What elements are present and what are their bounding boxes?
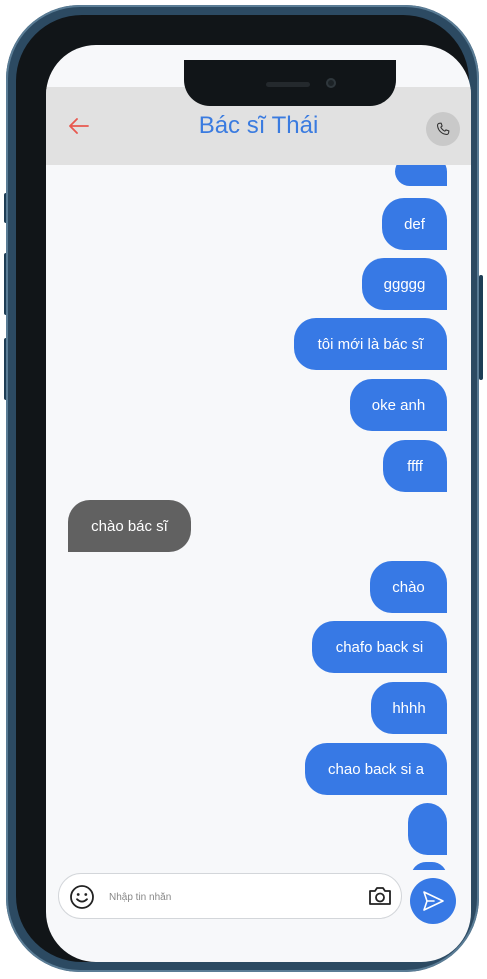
emoji-button[interactable]: [69, 884, 95, 910]
message-list[interactable]: def ggggg tôi mới là bác sĩ oke anh ffff…: [46, 165, 471, 870]
message-bubble-outgoing[interactable]: tôi mới là bác sĩ: [294, 318, 447, 370]
message-text: ffff: [407, 457, 423, 475]
message-text: chao back si a: [328, 760, 424, 778]
message-bubble-outgoing[interactable]: chao back si a: [305, 743, 447, 795]
back-button[interactable]: [66, 113, 92, 139]
message-bubble-outgoing[interactable]: chào: [370, 561, 447, 613]
phone-bezel: Bác sĩ Thái def ggggg tôi mới là bác sĩ …: [16, 15, 471, 962]
message-text: hhhh: [392, 699, 426, 717]
message-bubble-outgoing[interactable]: [395, 165, 447, 186]
message-input[interactable]: [107, 882, 361, 912]
message-bubble-outgoing[interactable]: def: [382, 198, 447, 250]
call-button[interactable]: [426, 112, 460, 146]
phone-frame: Bác sĩ Thái def ggggg tôi mới là bác sĩ …: [6, 5, 479, 972]
camera-button[interactable]: [367, 884, 393, 908]
message-bubble-outgoing[interactable]: hhhh: [371, 682, 447, 734]
message-bubble-outgoing[interactable]: [408, 803, 447, 855]
front-camera: [326, 78, 336, 88]
speaker: [266, 82, 310, 87]
message-composer: [58, 873, 402, 919]
phone-screen: Bác sĩ Thái def ggggg tôi mới là bác sĩ …: [46, 45, 471, 962]
message-bubble-outgoing[interactable]: ggggg: [362, 258, 447, 310]
message-text: chào bác sĩ: [91, 517, 168, 535]
phone-icon: [437, 122, 450, 135]
message-bubble-outgoing[interactable]: ffff: [383, 440, 447, 492]
message-text: tôi mới là bác sĩ: [317, 335, 424, 353]
message-text: ggggg: [383, 275, 426, 293]
message-bubble-outgoing[interactable]: [411, 862, 447, 870]
notch: [184, 60, 396, 106]
message-text: oke anh: [371, 396, 426, 414]
power-button: [479, 275, 483, 380]
send-icon: [423, 891, 444, 911]
message-bubble-outgoing[interactable]: oke anh: [350, 379, 447, 431]
message-bubble-incoming[interactable]: chào bác sĩ: [68, 500, 191, 552]
camera-icon: [369, 887, 391, 905]
message-bubble-outgoing[interactable]: chafo back si: [312, 621, 447, 673]
smiley-icon: [70, 885, 94, 909]
arrow-left-icon: [69, 118, 89, 134]
message-text: chafo back si: [335, 638, 424, 656]
message-text: def: [404, 215, 425, 233]
message-text: chào: [392, 578, 425, 596]
send-button[interactable]: [410, 878, 456, 924]
